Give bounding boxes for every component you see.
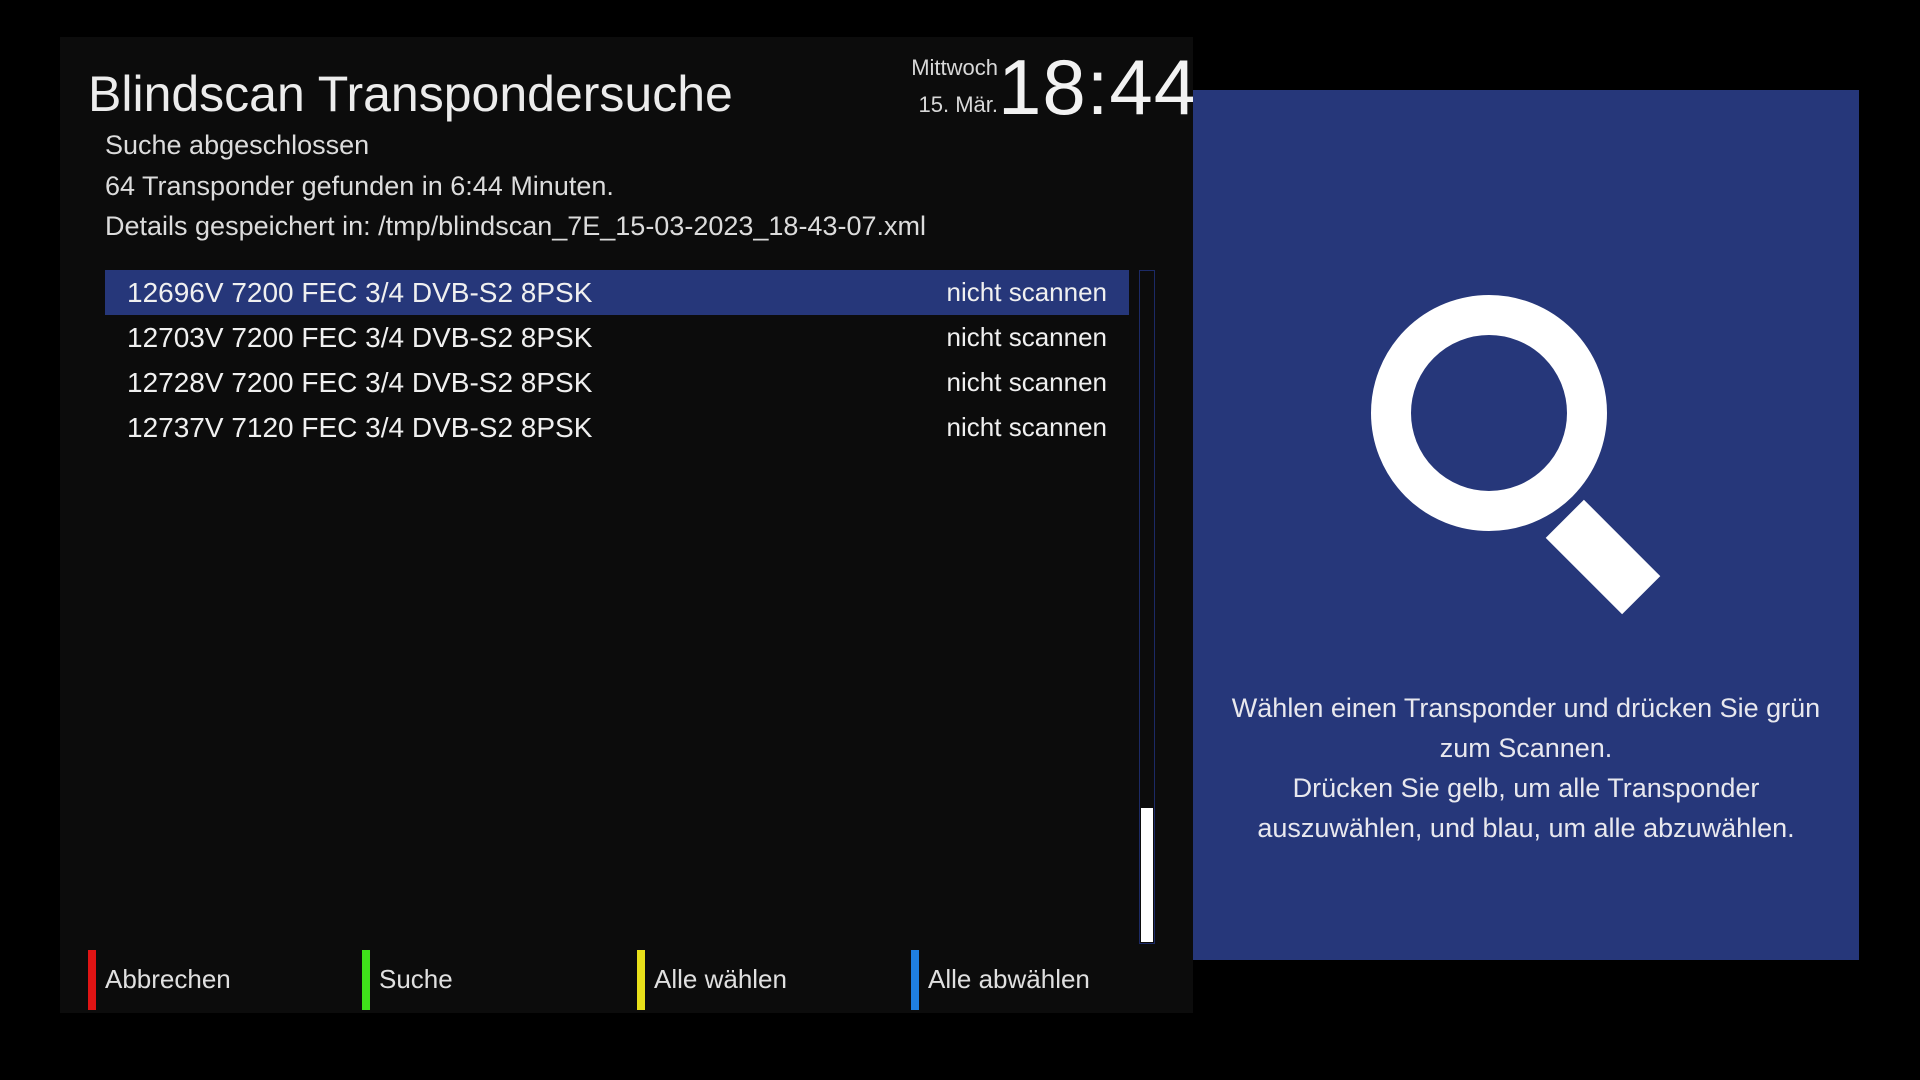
- transponder-state[interactable]: nicht scannen: [947, 412, 1107, 443]
- list-scrollbar[interactable]: [1139, 270, 1155, 944]
- help-line: Wählen einen Transponder und drücken Sie…: [1231, 693, 1821, 723]
- yellow-key-label: Alle wählen: [654, 964, 787, 994]
- transponder-row[interactable]: 12696V 7200 FEC 3/4 DVB-S2 8PSK nicht sc…: [105, 270, 1129, 315]
- transponder-label: 12703V 7200 FEC 3/4 DVB-S2 8PSK: [127, 322, 593, 353]
- transponder-state[interactable]: nicht scannen: [947, 367, 1107, 398]
- yellow-key-indicator: [637, 950, 645, 1010]
- transponder-list[interactable]: 12696V 7200 FEC 3/4 DVB-S2 8PSK nicht sc…: [105, 270, 1129, 450]
- transponder-state[interactable]: nicht scannen: [947, 322, 1107, 353]
- scrollbar-thumb[interactable]: [1141, 808, 1153, 942]
- blue-key-label: Alle abwählen: [928, 964, 1090, 994]
- clock-date: 15. Mär.: [918, 92, 998, 117]
- help-line: auszuwählen, und blau, um alle abzuwähle…: [1257, 813, 1795, 843]
- green-key-indicator: [362, 950, 370, 1010]
- transponder-label: 12696V 7200 FEC 3/4 DVB-S2 8PSK: [127, 277, 593, 308]
- magnifier-icon: [1371, 295, 1661, 615]
- transponder-row[interactable]: 12703V 7200 FEC 3/4 DVB-S2 8PSK nicht sc…: [105, 315, 1129, 360]
- info-panel: Wählen einen Transponder und drücken Sie…: [1193, 90, 1859, 960]
- main-panel: Blindscan Transpondersuche Mittwoch 15. …: [60, 37, 1199, 1013]
- status-message: Suche abgeschlossen: [105, 130, 370, 160]
- blue-key-indicator: [911, 950, 919, 1010]
- transponder-row[interactable]: 12737V 7120 FEC 3/4 DVB-S2 8PSK nicht sc…: [105, 405, 1129, 450]
- screen-title: Blindscan Transpondersuche: [88, 66, 733, 122]
- status-found-count: 64 Transponder gefunden in 6:44 Minuten.: [105, 171, 614, 201]
- transponder-label: 12737V 7120 FEC 3/4 DVB-S2 8PSK: [127, 412, 593, 443]
- transponder-label: 12728V 7200 FEC 3/4 DVB-S2 8PSK: [127, 367, 593, 398]
- help-text: Wählen einen Transponder und drücken Sie…: [1213, 688, 1839, 848]
- green-key-label: Suche: [379, 964, 453, 994]
- status-details-path: Details gespeichert in: /tmp/blindscan_7…: [105, 211, 926, 241]
- transponder-row[interactable]: 12728V 7200 FEC 3/4 DVB-S2 8PSK nicht sc…: [105, 360, 1129, 405]
- red-key-label: Abbrechen: [105, 964, 231, 994]
- transponder-state[interactable]: nicht scannen: [947, 277, 1107, 308]
- help-line: Drücken Sie gelb, um alle Transponder: [1292, 773, 1760, 803]
- red-key-indicator: [88, 950, 96, 1010]
- clock-weekday: Mittwoch: [911, 55, 998, 80]
- help-line: zum Scannen.: [1439, 733, 1613, 763]
- clock-time: 18:44: [998, 43, 1199, 131]
